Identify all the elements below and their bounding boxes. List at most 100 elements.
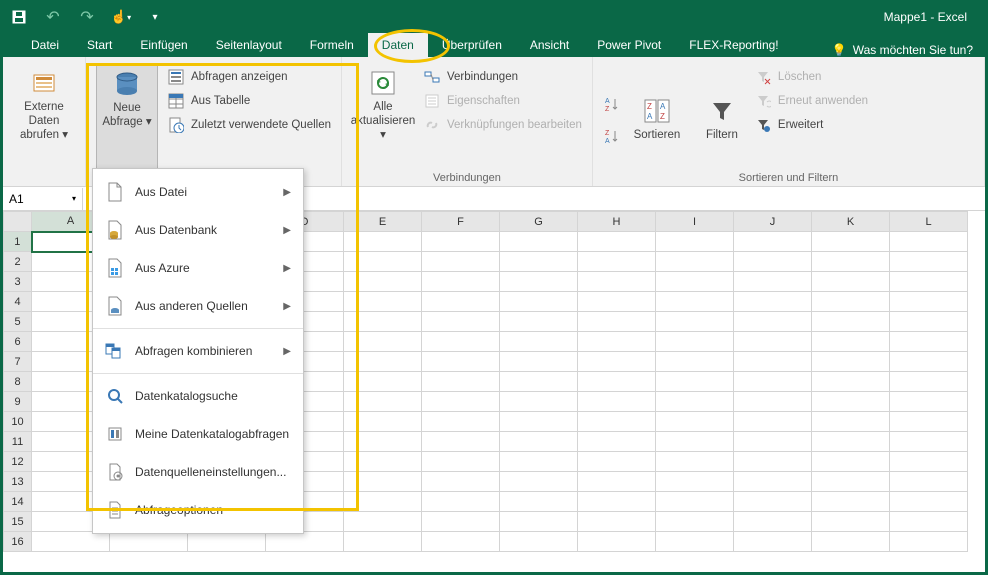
cell[interactable] (344, 392, 422, 412)
column-header[interactable]: H (578, 212, 656, 232)
recent-sources-button[interactable]: Zuletzt verwendete Quellen (168, 117, 331, 133)
menu-catalog-search[interactable]: Datenkatalogsuche (93, 377, 303, 415)
cell[interactable] (812, 372, 890, 392)
cell[interactable] (422, 312, 500, 332)
tab-insert[interactable]: Einfügen (126, 33, 201, 57)
column-header[interactable]: E (344, 212, 422, 232)
cell[interactable] (32, 532, 110, 552)
cell[interactable] (500, 392, 578, 412)
cell[interactable] (656, 392, 734, 412)
cell[interactable] (422, 532, 500, 552)
cell[interactable] (578, 472, 656, 492)
cell[interactable] (578, 432, 656, 452)
cell[interactable] (344, 232, 422, 252)
cell[interactable] (656, 372, 734, 392)
cell[interactable] (656, 352, 734, 372)
save-icon[interactable] (11, 9, 27, 25)
cell[interactable] (266, 532, 344, 552)
cell[interactable] (890, 532, 968, 552)
cell[interactable] (734, 532, 812, 552)
cell[interactable] (422, 432, 500, 452)
cell[interactable] (890, 312, 968, 332)
row-header[interactable]: 1 (4, 232, 32, 252)
cell[interactable] (656, 312, 734, 332)
cell[interactable] (812, 292, 890, 312)
cell[interactable] (656, 292, 734, 312)
cell[interactable] (812, 432, 890, 452)
show-queries-button[interactable]: Abfragen anzeigen (168, 69, 331, 85)
cell[interactable] (344, 432, 422, 452)
cell[interactable] (734, 472, 812, 492)
row-header[interactable]: 5 (4, 312, 32, 332)
menu-from-other[interactable]: Aus anderen Quellen ▶ (93, 287, 303, 325)
tab-flex[interactable]: FLEX-Reporting! (675, 33, 792, 57)
cell[interactable] (422, 472, 500, 492)
select-all-corner[interactable] (4, 212, 32, 232)
cell[interactable] (422, 492, 500, 512)
cell[interactable] (344, 272, 422, 292)
touch-mode-icon[interactable]: ☝▾ (113, 9, 129, 25)
cell[interactable] (812, 532, 890, 552)
cell[interactable] (812, 472, 890, 492)
tab-formulas[interactable]: Formeln (296, 33, 368, 57)
redo-icon[interactable]: ↷ (79, 9, 95, 25)
cell[interactable] (422, 352, 500, 372)
cell[interactable] (500, 252, 578, 272)
tab-pagelayout[interactable]: Seitenlayout (202, 33, 296, 57)
cell[interactable] (656, 472, 734, 492)
cell[interactable] (578, 412, 656, 432)
external-data-button[interactable]: Externe Daten abrufen ▾ (13, 63, 75, 182)
cell[interactable] (890, 392, 968, 412)
cell[interactable] (734, 512, 812, 532)
name-box[interactable]: A1 ▾ (3, 188, 83, 210)
sort-za-button[interactable]: ZA (603, 128, 619, 144)
menu-query-options[interactable]: Abfrageoptionen (93, 491, 303, 529)
tab-review[interactable]: Überprüfen (428, 33, 516, 57)
cell[interactable] (812, 492, 890, 512)
cell[interactable] (734, 252, 812, 272)
cell[interactable] (500, 312, 578, 332)
sort-button[interactable]: ZAAZ Sortieren (629, 91, 685, 143)
cell[interactable] (578, 492, 656, 512)
cell[interactable] (890, 332, 968, 352)
cell[interactable] (656, 272, 734, 292)
row-header[interactable]: 7 (4, 352, 32, 372)
cell[interactable] (656, 512, 734, 532)
refresh-all-button[interactable]: Alle aktualisieren ▾ (352, 63, 414, 170)
cell[interactable] (500, 492, 578, 512)
cell[interactable] (734, 292, 812, 312)
cell[interactable] (344, 312, 422, 332)
row-header[interactable]: 13 (4, 472, 32, 492)
cell[interactable] (344, 352, 422, 372)
cell[interactable] (812, 512, 890, 532)
cell[interactable] (578, 272, 656, 292)
cell[interactable] (578, 232, 656, 252)
cell[interactable] (500, 532, 578, 552)
cell[interactable] (734, 492, 812, 512)
cell[interactable] (422, 372, 500, 392)
cell[interactable] (890, 232, 968, 252)
cell[interactable] (344, 412, 422, 432)
cell[interactable] (734, 432, 812, 452)
cell[interactable] (578, 532, 656, 552)
cell[interactable] (812, 272, 890, 292)
cell[interactable] (422, 272, 500, 292)
cell[interactable] (656, 332, 734, 352)
menu-from-file[interactable]: Aus Datei ▶ (93, 173, 303, 211)
cell[interactable] (500, 332, 578, 352)
row-header[interactable]: 12 (4, 452, 32, 472)
cell[interactable] (344, 452, 422, 472)
cell[interactable] (656, 432, 734, 452)
column-header[interactable]: F (422, 212, 500, 232)
row-header[interactable]: 2 (4, 252, 32, 272)
cell[interactable] (734, 452, 812, 472)
filter-button[interactable]: Filtern (699, 91, 745, 143)
cell[interactable] (500, 472, 578, 492)
qat-customize-icon[interactable]: ▾ (147, 9, 163, 25)
cell[interactable] (422, 392, 500, 412)
tab-file[interactable]: Datei (17, 33, 73, 57)
cell[interactable] (578, 452, 656, 472)
cell[interactable] (578, 392, 656, 412)
cell[interactable] (812, 352, 890, 372)
cell[interactable] (422, 292, 500, 312)
